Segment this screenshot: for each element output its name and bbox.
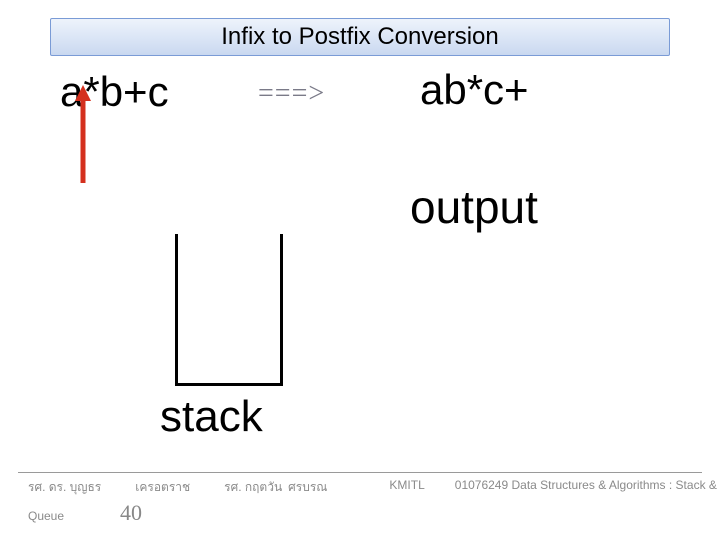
postfix-expression: ab*c+ <box>420 66 529 114</box>
stack-label: stack <box>160 392 263 442</box>
page-title: Infix to Postfix Conversion <box>221 23 498 51</box>
title-bar: Infix to Postfix Conversion <box>50 18 670 56</box>
footer-author-2a: รศ. กฤตวัน <box>224 478 282 497</box>
page-number: 40 <box>120 500 142 526</box>
footer-institution: KMITL <box>389 478 424 497</box>
footer-divider <box>18 472 702 473</box>
footer-author-2b: ศรบรณ <box>288 478 327 497</box>
footer-row-2: Queue 40 <box>18 500 702 526</box>
up-arrow-icon <box>75 85 91 183</box>
footer-author-1b: เครอตราช <box>135 478 190 497</box>
footer-row-1: รศ. ดร. บุญธร เครอตราช รศ. กฤตวัน ศรบรณ … <box>18 478 702 497</box>
footer-queue: Queue <box>28 509 64 523</box>
arrow-symbol: ===> <box>258 78 325 110</box>
footer-author-1a: รศ. ดร. บุญธร <box>28 478 101 497</box>
output-label: output <box>410 180 538 234</box>
stack-diagram <box>175 234 283 386</box>
footer-course: 01076249 Data Structures & Algorithms : … <box>455 478 717 497</box>
